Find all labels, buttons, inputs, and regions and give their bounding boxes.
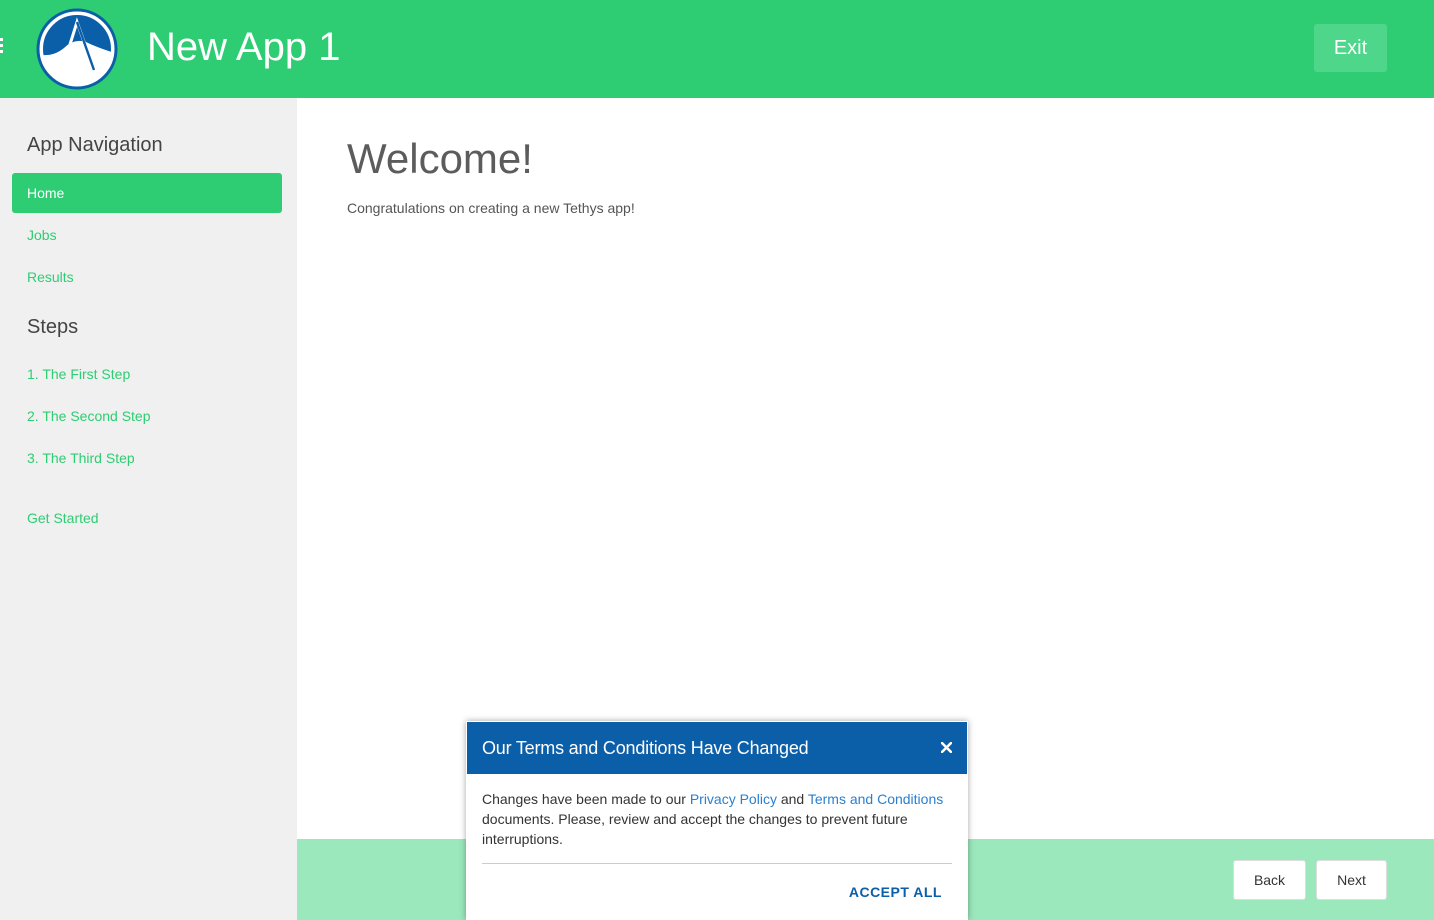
next-button[interactable]: Next — [1316, 860, 1387, 900]
step-item-2[interactable]: 2. The Second Step — [27, 408, 151, 424]
privacy-policy-link[interactable]: Privacy Policy — [690, 791, 777, 807]
app-title: New App 1 — [147, 25, 341, 69]
app-navigation-heading: App Navigation — [27, 134, 163, 156]
dialog-divider — [482, 863, 952, 864]
get-started-link[interactable]: Get Started — [27, 510, 99, 526]
dialog-message: Changes have been made to our Privacy Po… — [482, 789, 954, 849]
close-icon[interactable] — [939, 737, 953, 757]
terms-and-conditions-link[interactable]: Terms and Conditions — [808, 791, 943, 807]
step-item-1[interactable]: 1. The First Step — [27, 366, 130, 382]
terms-changed-dialog: Our Terms and Conditions Have Changed Ch… — [466, 721, 968, 920]
dialog-text-prefix: Changes have been made to our — [482, 791, 690, 807]
app-logo[interactable] — [36, 8, 118, 90]
hamburger-menu-icon[interactable] — [0, 38, 4, 58]
dialog-text-and: and — [776, 791, 808, 807]
steps-heading: Steps — [27, 316, 79, 338]
page-title: Welcome! — [347, 135, 533, 182]
nav-item-jobs[interactable]: Jobs — [27, 227, 57, 243]
dialog-text-suffix: documents. Please, review and accept the… — [482, 811, 908, 847]
dialog-header: Our Terms and Conditions Have Changed — [467, 722, 967, 774]
nav-item-home[interactable]: Home — [12, 173, 282, 213]
accept-all-button[interactable]: ACCEPT ALL — [849, 884, 942, 900]
step-item-3[interactable]: 3. The Third Step — [27, 450, 135, 466]
nav-item-results[interactable]: Results — [27, 269, 74, 285]
app-header: New App 1 Exit — [0, 0, 1434, 98]
exit-button[interactable]: Exit — [1314, 24, 1387, 72]
app-navigation-sidebar: App Navigation Home Jobs Results Steps 1… — [0, 98, 297, 920]
welcome-message: Congratulations on creating a new Tethys… — [347, 200, 635, 216]
back-button[interactable]: Back — [1233, 860, 1306, 900]
dialog-title: Our Terms and Conditions Have Changed — [482, 738, 809, 758]
